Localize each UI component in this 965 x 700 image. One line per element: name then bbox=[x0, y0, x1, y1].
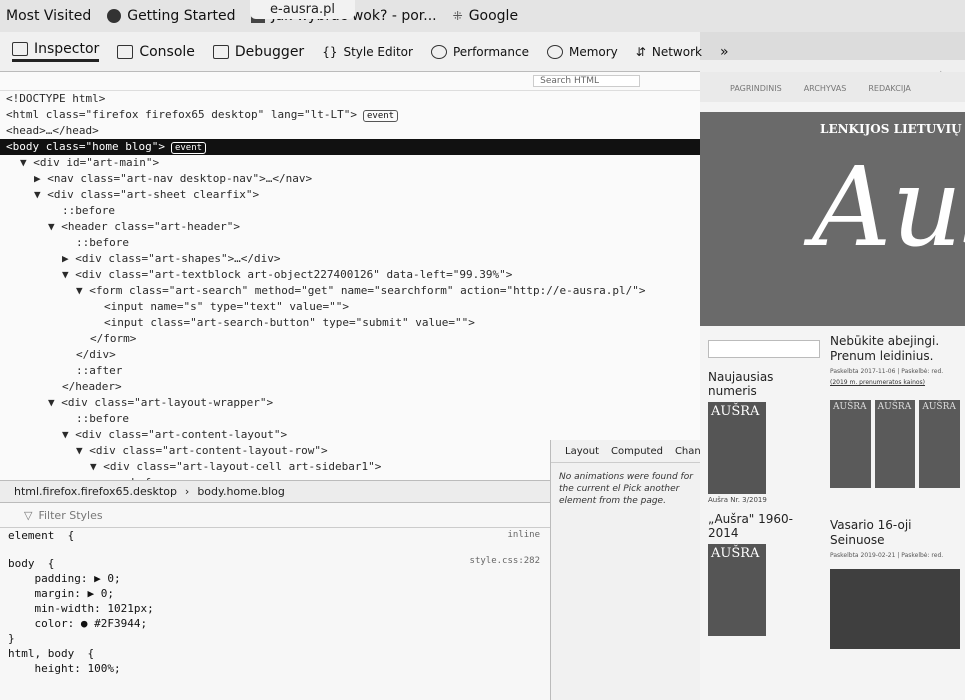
markup-node[interactable]: <input name="s" type="text" value=""> bbox=[0, 299, 700, 315]
post-meta: Paskelbta 2017-11-06 | Paskelbė: red. bbox=[830, 368, 944, 375]
archive-cover[interactable]: AUŠRA bbox=[708, 544, 766, 636]
markup-node[interactable]: ::after bbox=[0, 363, 700, 379]
inspector-icon bbox=[12, 42, 28, 56]
site-logo[interactable]: Auš bbox=[812, 152, 965, 262]
devtools-toolbar: Inspector Console Debugger {} Style Edito… bbox=[0, 32, 729, 72]
site-sidebar: Naujausias numeris AUŠRA Aušra Nr. 3/201… bbox=[708, 340, 820, 636]
bookmark-most-visited[interactable]: Most Visited bbox=[6, 8, 91, 24]
markup-node[interactable]: ▶ <div class="art-shapes">…</div> bbox=[0, 251, 700, 267]
site-nav: PAGRINDINIS ARCHYVAS REDAKCIJA bbox=[700, 72, 965, 102]
tab-console[interactable]: Console bbox=[117, 44, 195, 60]
html-body-rule: html, body { height: 100%; bbox=[8, 647, 121, 675]
tab-style-editor[interactable]: {} Style Editor bbox=[322, 45, 413, 59]
body-rule: style.css:282 body { padding: ▶ 0; margi… bbox=[8, 556, 540, 645]
markup-node[interactable]: </header> bbox=[0, 379, 700, 395]
markup-node[interactable]: <input class="art-search-button" type="s… bbox=[0, 315, 700, 331]
rules-panel: ▽ Filter Styles element { inline style.c… bbox=[0, 502, 550, 700]
layout-tabs: Layout Computed Changes bbox=[551, 440, 718, 463]
sidebar-heading: Naujausias numeris bbox=[708, 370, 774, 398]
post-title[interactable]: Nebūkite abejingi. Prenum leidinius. bbox=[830, 334, 960, 364]
post-image[interactable] bbox=[830, 569, 960, 649]
breadcrumb-item[interactable]: html.firefox.firefox65.desktop bbox=[14, 485, 177, 498]
latest-issue-cover[interactable]: AUŠRA bbox=[708, 402, 766, 494]
filter-icon: ▽ bbox=[24, 508, 33, 522]
thumbnail[interactable]: AUŠRA bbox=[919, 400, 961, 488]
markup-toolbar: Search HTML bbox=[0, 72, 700, 91]
markup-node[interactable]: ▼ <div class="art-sheet clearfix"> bbox=[0, 187, 700, 203]
thumbnail[interactable]: AUŠRA bbox=[874, 400, 916, 488]
bookmark-google[interactable]: ⁜ Google bbox=[453, 8, 518, 24]
webpage: PAGRINDINIS ARCHYVAS REDAKCIJA LENKIJOS … bbox=[700, 72, 965, 700]
site-masthead: LENKIJOS LIETUVIŲ DVISA Auš bbox=[700, 112, 965, 326]
post-link[interactable]: (2019 m. prenumeratos kainos) bbox=[830, 379, 960, 386]
inline-source: inline bbox=[507, 530, 540, 540]
tab-inspector[interactable]: Inspector bbox=[12, 41, 100, 62]
site-search-input[interactable] bbox=[708, 340, 820, 358]
tab-network[interactable]: ⇵ Network bbox=[636, 45, 702, 59]
markup-lines: <!DOCTYPE html> <html class="firefox fire… bbox=[0, 91, 700, 482]
bookmark-getting-started[interactable]: Getting Started bbox=[107, 8, 235, 24]
markup-node[interactable]: <body class="home blog"> event bbox=[0, 139, 700, 155]
rule-source-link[interactable]: style.css:282 bbox=[470, 556, 540, 566]
thumbnail[interactable]: AUŠRA bbox=[830, 400, 871, 488]
breadcrumb-separator: › bbox=[184, 485, 190, 498]
markup-node[interactable]: </form> bbox=[0, 331, 700, 347]
markup-node[interactable]: ::before bbox=[0, 235, 700, 251]
markup-node[interactable]: ▶ <nav class="art-nav desktop-nav">…</na… bbox=[0, 171, 700, 187]
firefox-icon bbox=[107, 9, 122, 23]
event-badge[interactable]: event bbox=[363, 110, 399, 122]
event-badge[interactable]: event bbox=[170, 142, 207, 154]
memory-icon bbox=[546, 44, 563, 59]
nav-archyvas[interactable]: ARCHYVAS bbox=[804, 84, 847, 102]
site-main: Nebūkite abejingi. Prenum leidinius. Pas… bbox=[830, 334, 961, 649]
post-thumbnails: AUŠRA AUŠRA AUŠRA bbox=[830, 400, 961, 488]
markup-node[interactable]: ▼ <form class="art-search" method="get" … bbox=[0, 283, 700, 299]
url-bar[interactable]: e-ausra.pl bbox=[250, 0, 355, 19]
nav-pagrindinis[interactable]: PAGRINDINIS bbox=[730, 84, 782, 102]
animations-message: No animations were found for the current… bbox=[559, 472, 693, 506]
markup-node[interactable]: <!DOCTYPE html> bbox=[0, 91, 700, 107]
grid-icon: ⁜ bbox=[452, 9, 463, 23]
search-html-input[interactable]: Search HTML bbox=[533, 75, 640, 87]
sidebar-heading: „Aušra" 1960-2014 bbox=[708, 512, 793, 540]
markup-node[interactable]: ▼ <header class="art-header"> bbox=[0, 219, 700, 235]
tab-computed[interactable]: Computed bbox=[611, 446, 663, 457]
more-tools-button[interactable]: » bbox=[720, 44, 729, 60]
site-subtitle: LENKIJOS LIETUVIŲ DVISA bbox=[820, 122, 965, 136]
post-meta: Paskelbta 2019-02-21 | Paskelbė: red. bbox=[830, 552, 944, 559]
markup-node[interactable]: ::before bbox=[0, 411, 700, 427]
cover-caption: Aušra Nr. 3/2019 bbox=[708, 496, 767, 504]
braces-icon: {} bbox=[322, 44, 338, 59]
markup-node[interactable]: <head>…</head> bbox=[0, 123, 700, 139]
markup-node[interactable]: ▼ <div class="art-textblock art-object22… bbox=[0, 267, 700, 283]
markup-node[interactable]: ▼ <div id="art-main"> bbox=[0, 155, 700, 171]
screen: Most Visited Getting Started TJak wybrać… bbox=[0, 0, 965, 700]
markup-node[interactable]: <html class="firefox firefox65 desktop" … bbox=[0, 107, 700, 123]
tab-memory[interactable]: Memory bbox=[546, 44, 618, 59]
bookmarks-bar: Most Visited Getting Started TJak wybrać… bbox=[0, 0, 965, 32]
performance-icon bbox=[430, 44, 447, 59]
nav-redakcija[interactable]: REDAKCIJA bbox=[868, 84, 911, 102]
tab-debugger[interactable]: Debugger bbox=[212, 44, 304, 60]
markup-node[interactable]: </div> bbox=[0, 347, 700, 363]
tab-performance[interactable]: Performance bbox=[430, 44, 529, 59]
markup-node[interactable]: ▼ <div class="art-layout-wrapper"> bbox=[0, 395, 700, 411]
layout-panel: Layout Computed Changes No animations we… bbox=[550, 440, 718, 700]
filter-styles-input[interactable]: ▽ Filter Styles bbox=[0, 503, 550, 528]
tab-layout[interactable]: Layout bbox=[565, 446, 599, 457]
breadcrumb-item[interactable]: body.home.blog bbox=[197, 485, 285, 498]
element-rule: element { inline bbox=[8, 529, 540, 542]
markup-node[interactable]: ::before bbox=[0, 203, 700, 219]
debugger-icon bbox=[212, 44, 229, 59]
post-title[interactable]: Vasario 16-oji Seinuose bbox=[830, 518, 960, 548]
console-icon bbox=[117, 44, 134, 59]
network-icon: ⇵ bbox=[635, 44, 646, 59]
markup-view: Search HTML <!DOCTYPE html> <html class="… bbox=[0, 72, 701, 482]
